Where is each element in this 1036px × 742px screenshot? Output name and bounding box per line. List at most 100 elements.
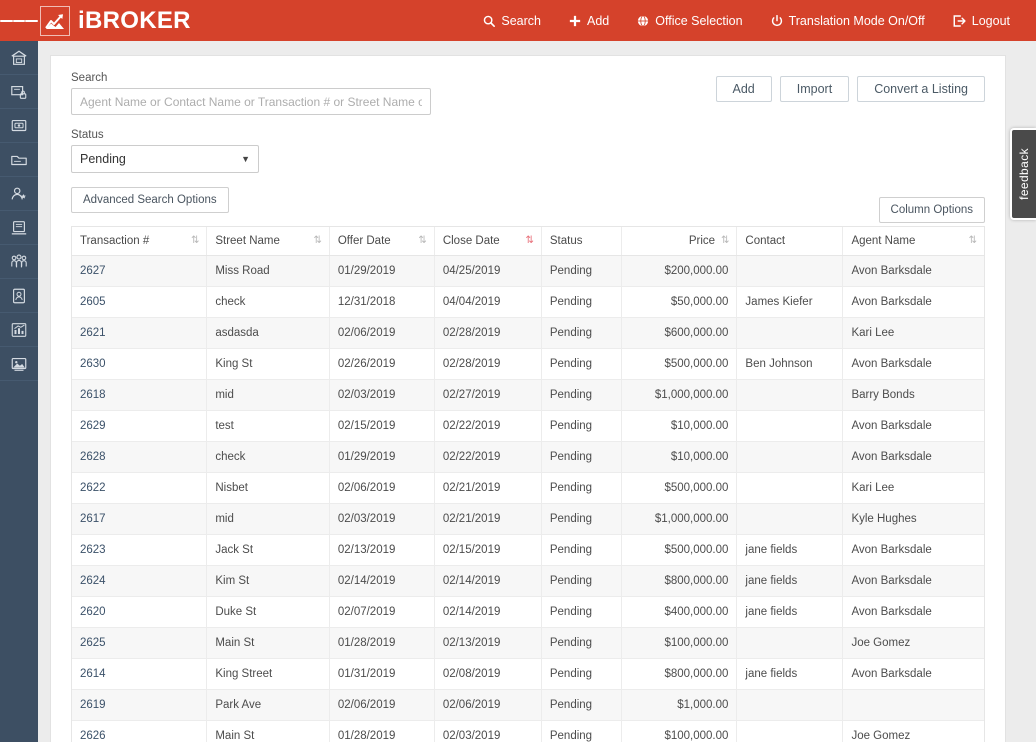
cell-txn[interactable]: 2628 — [72, 441, 208, 473]
agent-star-icon — [10, 185, 28, 203]
cell-txn[interactable]: 2619 — [72, 689, 208, 721]
transaction-link[interactable]: 2622 — [80, 482, 106, 494]
sidebar-item-listings[interactable] — [0, 75, 38, 109]
transaction-link[interactable]: 2627 — [80, 265, 106, 277]
cell-txn[interactable]: 2627 — [72, 255, 208, 287]
search-input[interactable] — [71, 88, 431, 115]
cell-txn[interactable]: 2621 — [72, 317, 208, 349]
cell-txn[interactable]: 2617 — [72, 503, 208, 535]
table-row[interactable]: 2623 Jack St 02/13/2019 02/15/2019 Pending $5… — [72, 534, 984, 566]
sort-toggle-icon[interactable]: ⇅ — [969, 236, 977, 246]
card-action-buttons: Add Import Convert a Listing — [715, 76, 985, 102]
sort-toggle-icon[interactable]: ⇅ — [313, 236, 321, 246]
column-header-contact[interactable]: Contact — [736, 227, 844, 256]
transaction-link[interactable]: 2625 — [80, 637, 106, 649]
cell-txn[interactable]: 2618 — [72, 379, 208, 411]
transaction-link[interactable]: 2617 — [80, 513, 106, 525]
brand-title: iBROKER — [78, 6, 191, 34]
transaction-link[interactable]: 2630 — [80, 358, 106, 370]
sort-descending-icon[interactable]: ⇅ — [525, 236, 533, 246]
add-button[interactable]: Add — [715, 76, 772, 102]
cell-agent: Avon Barksdale — [842, 286, 984, 318]
feedback-tab[interactable]: feedback — [1010, 128, 1036, 220]
cell-txn[interactable]: 2626 — [72, 720, 208, 742]
cell-street: Jack St — [206, 534, 330, 566]
cell-txn[interactable]: 2625 — [72, 627, 208, 659]
table-row[interactable]: 2622 Nisbet 02/06/2019 02/21/2019 Pending $50… — [72, 472, 984, 504]
transaction-link[interactable]: 2618 — [80, 389, 106, 401]
column-header-price[interactable]: Price ⇅ — [621, 227, 738, 256]
sidebar-item-files[interactable] — [0, 143, 38, 177]
transaction-link[interactable]: 2605 — [80, 296, 106, 308]
sidebar-item-transactions[interactable] — [0, 109, 38, 143]
convert-listing-button[interactable]: Convert a Listing — [857, 76, 985, 102]
nav-search-button[interactable]: Search — [469, 0, 555, 41]
advanced-search-options-button[interactable]: Advanced Search Options — [71, 187, 229, 213]
nav-add-button[interactable]: Add — [555, 0, 623, 41]
cell-txn[interactable]: 2614 — [72, 658, 208, 690]
table-row[interactable]: 2605 check 12/31/2018 04/04/2019 Pending $50,… — [72, 286, 984, 318]
cell-agent: Avon Barksdale — [842, 596, 984, 628]
column-options-button[interactable]: Column Options — [878, 197, 985, 223]
table-row[interactable]: 2629 test 02/15/2019 02/22/2019 Pending $10,0… — [72, 410, 984, 442]
sidebar-item-teams[interactable] — [0, 245, 38, 279]
cell-status: Pending — [541, 627, 623, 659]
cell-txn[interactable]: 2623 — [72, 534, 208, 566]
column-header-close[interactable]: Close Date ⇅ — [434, 227, 542, 256]
table-row[interactable]: 2628 check 01/29/2019 02/22/2019 Pending $10,… — [72, 441, 984, 473]
transaction-link[interactable]: 2628 — [80, 451, 106, 463]
table-row[interactable]: 2620 Duke St 02/07/2019 02/14/2019 Pending $4… — [72, 596, 984, 628]
column-header-txn[interactable]: Transaction # ⇅ — [72, 227, 208, 256]
cell-agent: Avon Barksdale — [842, 441, 984, 473]
sort-toggle-icon[interactable]: ⇅ — [191, 236, 199, 246]
status-select[interactable]: Pending — [71, 145, 259, 173]
column-header-status[interactable]: Status — [541, 227, 623, 256]
table-row[interactable]: 2619 Park Ave 02/06/2019 02/06/2019 Pending $… — [72, 689, 984, 721]
cell-offer: 02/14/2019 — [329, 565, 435, 597]
table-row[interactable]: 2621 asdasda 02/06/2019 02/28/2019 Pending $6… — [72, 317, 984, 349]
column-header-street[interactable]: Street Name ⇅ — [206, 227, 330, 256]
cell-txn[interactable]: 2605 — [72, 286, 208, 318]
cell-offer: 01/31/2019 — [329, 658, 435, 690]
cell-close: 02/06/2019 — [434, 689, 542, 721]
nav-translation-mode-button[interactable]: Translation Mode On/Off — [757, 0, 939, 41]
table-row[interactable]: 2624 Kim St 02/14/2019 02/14/2019 Pending $80… — [72, 565, 984, 597]
sidebar-item-marketing[interactable] — [0, 347, 38, 381]
table-row[interactable]: 2627 Miss Road 01/29/2019 04/25/2019 Pending… — [72, 255, 984, 287]
transaction-link[interactable]: 2624 — [80, 575, 106, 587]
sidebar-item-profiles[interactable] — [0, 279, 38, 313]
sidebar-item-reports[interactable] — [0, 313, 38, 347]
cell-txn[interactable]: 2622 — [72, 472, 208, 504]
transaction-link[interactable]: 2629 — [80, 420, 106, 432]
cell-txn[interactable]: 2620 — [72, 596, 208, 628]
table-row[interactable]: 2617 mid 02/03/2019 02/21/2019 Pending $1,000… — [72, 503, 984, 535]
import-button[interactable]: Import — [779, 76, 850, 102]
column-header-agent[interactable]: Agent Name ⇅ — [842, 227, 984, 256]
nav-office-selection-button[interactable]: Office Selection — [623, 0, 756, 41]
cell-status: Pending — [541, 689, 623, 721]
table-row[interactable]: 2630 King St 02/26/2019 02/28/2019 Pending $5… — [72, 348, 984, 380]
cell-txn[interactable]: 2629 — [72, 410, 208, 442]
cell-agent: Kari Lee — [842, 317, 984, 349]
cell-txn[interactable]: 2630 — [72, 348, 208, 380]
transaction-link[interactable]: 2626 — [80, 730, 106, 742]
transaction-link[interactable]: 2620 — [80, 606, 106, 618]
cell-txn[interactable]: 2624 — [72, 565, 208, 597]
table-row[interactable]: 2625 Main St 01/28/2019 02/13/2019 Pending $1… — [72, 627, 984, 659]
transaction-link[interactable]: 2614 — [80, 668, 106, 680]
sidebar-item-agents[interactable] — [0, 177, 38, 211]
nav-logout-button[interactable]: Logout — [939, 0, 1024, 41]
table-row[interactable]: 2614 King Street 01/31/2019 02/08/2019 Pendi… — [72, 658, 984, 690]
sidebar-item-contacts[interactable] — [0, 211, 38, 245]
sidebar-item-office[interactable] — [0, 41, 38, 75]
hamburger-menu-icon[interactable] — [0, 0, 39, 41]
sort-toggle-icon[interactable]: ⇅ — [418, 236, 426, 246]
transaction-link[interactable]: 2619 — [80, 699, 106, 711]
sort-toggle-icon[interactable]: ⇅ — [721, 236, 729, 246]
transaction-link[interactable]: 2623 — [80, 544, 106, 556]
brand-logo-link[interactable]: iBROKER — [40, 5, 191, 36]
column-header-offer[interactable]: Offer Date ⇅ — [329, 227, 435, 256]
table-row[interactable]: 2618 mid 02/03/2019 02/27/2019 Pending $1,000… — [72, 379, 984, 411]
transaction-link[interactable]: 2621 — [80, 327, 106, 339]
table-row[interactable]: 2626 Main St 01/28/2019 02/03/2019 Pending $1… — [72, 720, 984, 742]
